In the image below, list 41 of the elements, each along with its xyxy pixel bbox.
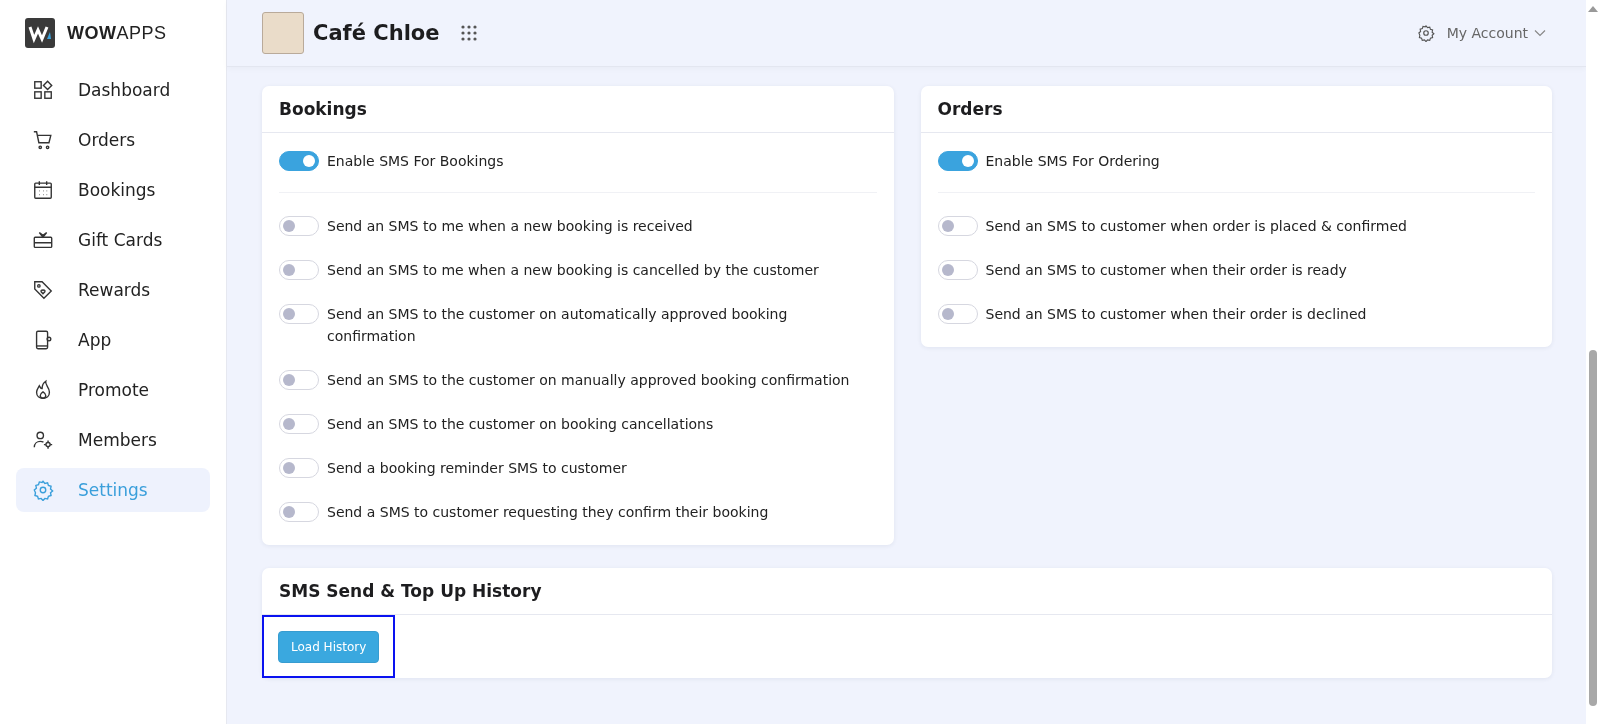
scrollbar[interactable] [1586,0,1600,724]
sidebar-item[interactable]: Dashboard [16,68,210,112]
members-icon [32,429,54,451]
sidebar-item[interactable]: Gift Cards [16,218,210,262]
sidebar-item[interactable]: Rewards [16,268,210,312]
sidebar-item[interactable]: Promote [16,368,210,412]
settings-icon[interactable] [1416,24,1435,42]
toggle-label: Send an SMS to the customer on manually approved booking confirmation [327,371,850,390]
sidebar-item[interactable]: Members [16,418,210,462]
apps-grid-icon[interactable] [459,24,478,42]
venue-name: Café Chloe [313,21,440,45]
toggle-label: Send an SMS to customer when their order is ready [985,261,1347,280]
settings-icon [32,479,54,501]
calendar-icon [32,179,54,201]
toggle-label: Send an SMS to customer when their order is declined [985,305,1367,324]
toggle-label: Send a booking reminder SMS to customer [327,459,627,478]
toggle-label: Send an SMS to customer when order is placed & confirmed [985,217,1407,236]
toggle-switch[interactable] [937,151,978,171]
sidebar-item[interactable]: Orders [16,118,210,162]
toggle-label: Send a SMS to customer requesting they confirm their booking [327,503,769,522]
sidebar-item[interactable]: Bookings [16,168,210,212]
gift-card-icon [32,229,54,251]
card-title: Bookings [262,86,894,133]
sidebar-item[interactable]: App [16,318,210,362]
card-title: Orders [920,86,1552,133]
cart-icon [32,129,54,151]
toggle-label: Send an SMS to the customer on booking cancellations [327,415,714,434]
toggle-label: Send an SMS to the customer on automatically approved booking confirmation [327,305,789,346]
toggle-label: Send an SMS to me when a new booking is cancelled by the customer [327,261,819,280]
tag-icon [32,279,54,301]
dashboard-icon [32,79,54,101]
toggle-label: Enable SMS For Ordering [985,152,1160,171]
logo-icon [25,18,55,48]
toggle-label: Send an SMS to me when a new booking is received [327,217,693,236]
toggle-switch[interactable] [279,151,319,171]
card-title: SMS Send & Top Up History [262,568,1552,615]
account-menu[interactable]: My Account [1446,25,1546,41]
toggle-label: Enable SMS For Bookings [327,152,504,171]
chevron-down-icon [1534,29,1546,37]
venue-logo-placeholder [262,12,304,54]
brand-name: WOWAPPS [67,22,167,44]
